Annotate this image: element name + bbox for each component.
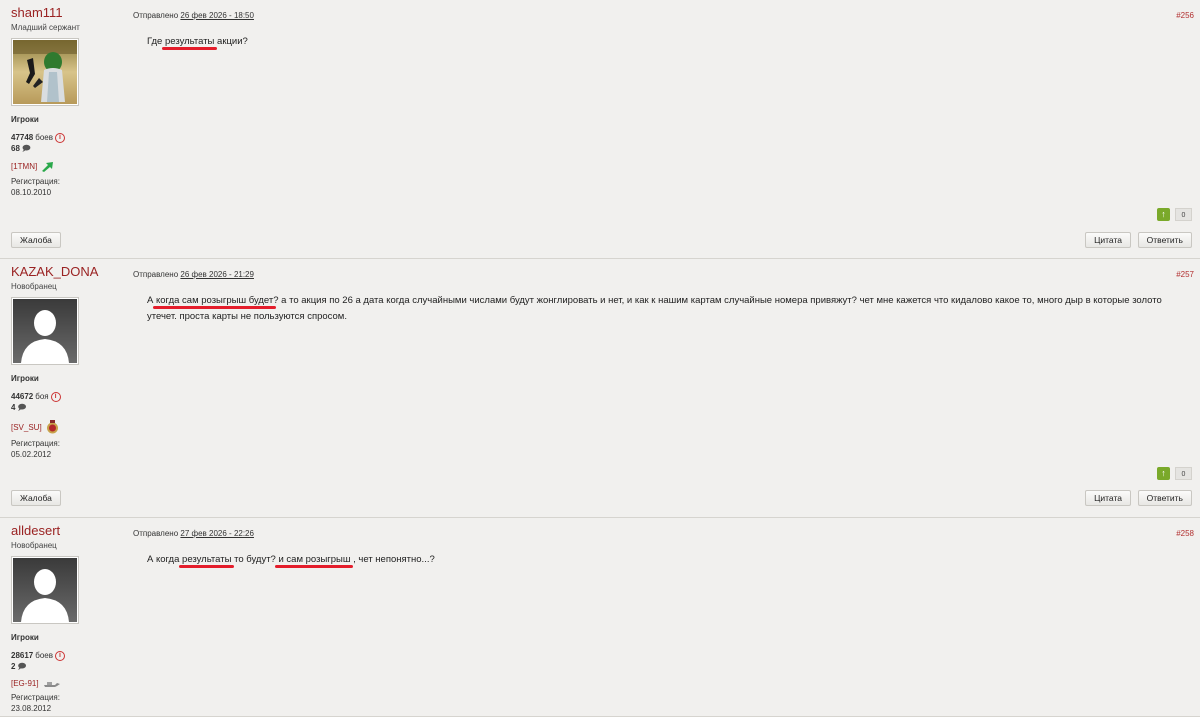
vote-up-arrow-icon[interactable]: ↑ [1157,208,1170,221]
messages-count: 4 [11,403,16,412]
messages-stat: 4 🗩 [11,402,121,413]
reply-button[interactable]: Ответить [1137,490,1192,506]
post-date-link[interactable]: 26 фев 2026 - 18:50 [180,11,254,20]
speech-bubble-icon: 🗩 [17,662,27,671]
forum-post: KAZAK_DONA Новобранец Игроки 44672 боя i… [0,259,1200,518]
registration-label: Регистрация: [11,439,60,448]
clan-emblem-icon[interactable] [46,420,59,434]
forum-post: alldesert Новобранец Игроки 28617 боев i… [0,518,1200,717]
battles-stat: 28617 боев i [11,650,121,661]
post-number-link[interactable]: #257 [1176,270,1194,279]
user-group: Игроки [11,374,39,383]
battles-label: боев [35,133,53,142]
username-link[interactable]: KAZAK_DONA [11,264,121,279]
registration-label: Регистрация: [11,177,60,186]
avatar[interactable] [11,297,79,365]
post-content: А когда сам розыгрыш будет? а то акция п… [147,293,1188,325]
post-date-link[interactable]: 27 фев 2026 - 22:26 [180,529,254,538]
clan-tag-link[interactable]: [1TMN] [11,162,37,171]
clan-info: [SV_SU] [11,420,121,434]
content-text: А когда [147,554,183,565]
default-avatar-image [13,558,77,622]
user-group: Игроки [11,633,39,642]
clan-info: [1TMN] [11,161,121,172]
default-avatar-image [13,299,77,363]
messages-count: 68 [11,144,20,153]
user-rank: Новобранец [11,282,57,291]
vote-count: 0 [1175,208,1192,221]
battles-count: 47748 [11,133,34,142]
battles-count: 28617 [11,651,34,660]
user-stats: 44672 боя i 4 🗩 [11,391,121,413]
post-date-link[interactable]: 26 фев 2026 - 21:29 [180,270,254,279]
info-icon[interactable]: i [50,391,61,402]
avatar[interactable] [11,556,79,624]
registration-date: 05.02.2012 [11,450,52,459]
post-content: Где результаты акции? [147,34,1188,50]
clan-tag-link[interactable]: [SV_SU] [11,423,42,432]
speech-bubble-icon: 🗩 [21,144,31,153]
content-text: то будут? [231,554,279,565]
username-link[interactable]: sham111 [11,5,121,20]
post-number-link[interactable]: #256 [1176,11,1194,20]
post-content: А когда результаты то будут? и сам розыг… [147,552,1188,568]
quote-button[interactable]: Цитата [1085,232,1131,248]
report-button[interactable]: Жалоба [11,490,61,506]
content-text: А [147,295,156,306]
vote-controls: ↑ 0 [1157,208,1192,221]
messages-stat: 2 🗩 [11,661,121,672]
registration-label: Регистрация: [11,693,60,702]
battles-stat: 47748 боев i [11,132,121,143]
clan-emblem-icon[interactable] [43,680,61,688]
messages-stat: 68 🗩 [11,143,121,154]
highlighted-text: когда сам розыгрыш будет [155,295,274,306]
vote-up-arrow-icon[interactable]: ↑ [1157,467,1170,480]
vote-controls: ↑ 0 [1157,467,1192,480]
user-info: KAZAK_DONA Новобранец Игроки 44672 боя i… [11,264,121,460]
quote-button[interactable]: Цитата [1085,490,1131,506]
post-meta: Отправлено 27 фев 2026 - 22:26 [133,529,254,538]
clan-tag-link[interactable]: [EG-91] [11,679,39,688]
username-link[interactable]: alldesert [11,523,121,538]
forum-thread: sham111 Младший сержант Игроки 47748 бое… [0,0,1200,717]
content-text: акции? [214,36,248,47]
post-number-link[interactable]: #258 [1176,529,1194,538]
info-icon[interactable]: i [54,650,65,661]
highlighted-text: и сам розыгрыш [278,554,351,565]
reply-button[interactable]: Ответить [1137,232,1192,248]
user-rank: Новобранец [11,541,57,550]
forum-post: sham111 Младший сержант Игроки 47748 бое… [0,0,1200,259]
avatar[interactable] [11,38,79,106]
messages-count: 2 [11,662,16,671]
clan-info: [EG-91] [11,679,121,688]
registration-date: 23.08.2012 [11,704,52,713]
clan-emblem-icon[interactable] [41,161,54,172]
user-rank: Младший сержант [11,23,80,32]
battles-count: 44672 [11,392,34,401]
battles-label: боев [35,651,53,660]
post-meta: Отправлено 26 фев 2026 - 18:50 [133,11,254,20]
user-stats: 28617 боев i 2 🗩 [11,650,121,672]
content-text: ? а то акция по 26 а дата когда случайны… [147,295,1162,322]
report-button[interactable]: Жалоба [11,232,61,248]
battles-stat: 44672 боя i [11,391,121,402]
post-meta: Отправлено 26 фев 2026 - 21:29 [133,270,254,279]
highlighted-text: результаты [164,36,215,47]
content-text: Где [147,36,165,47]
info-icon[interactable]: i [54,132,65,143]
posted-label: Отправлено [133,270,179,279]
user-group: Игроки [11,115,39,124]
user-info: alldesert Новобранец Игроки 28617 боев i… [11,523,121,714]
posted-label: Отправлено [133,529,179,538]
content-text: , чет непонятно...? [350,554,435,565]
vote-count: 0 [1175,467,1192,480]
highlighted-text: результаты [182,554,232,565]
user-info: sham111 Младший сержант Игроки 47748 бое… [11,5,121,198]
registration-date: 08.10.2010 [11,188,52,197]
custom-avatar-image [13,40,77,104]
user-stats: 47748 боев i 68 🗩 [11,132,121,154]
posted-label: Отправлено [133,11,179,20]
speech-bubble-icon: 🗩 [17,403,27,412]
battles-label: боя [35,392,49,401]
